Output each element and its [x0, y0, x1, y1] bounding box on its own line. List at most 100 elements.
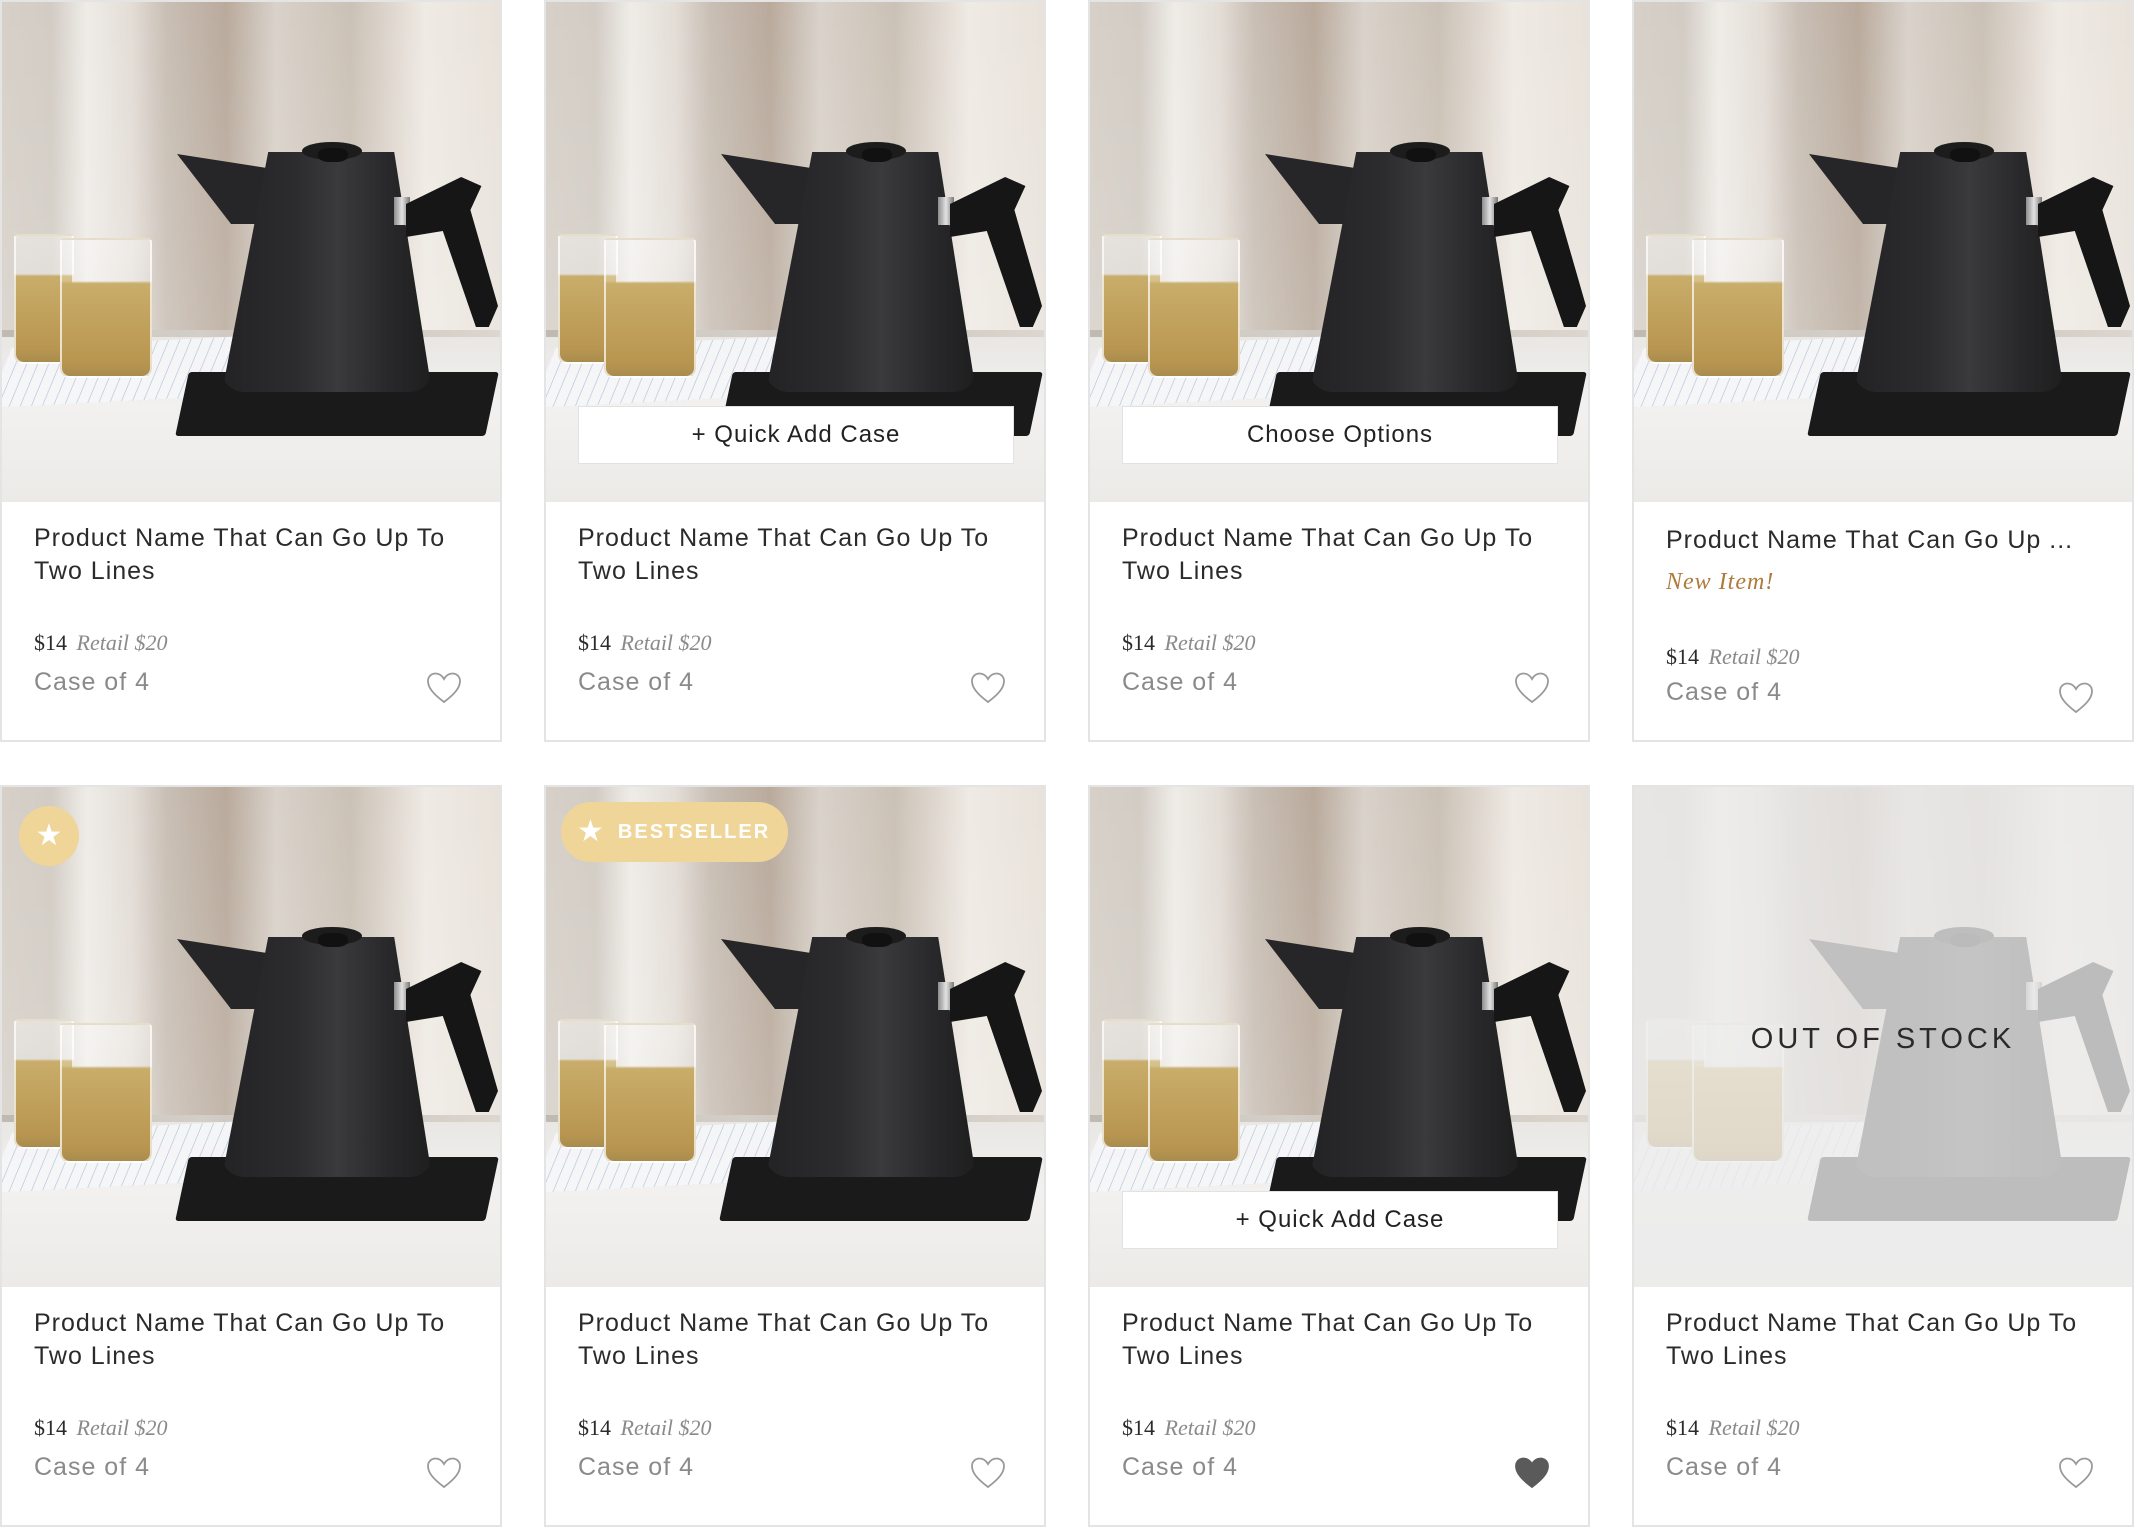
case-size: Case of 4	[1666, 1453, 1783, 1481]
product-image[interactable]	[2, 787, 500, 1287]
product-info: Product Name That Can Go Up ... New Item…	[1666, 524, 2100, 740]
product-info: Product Name That Can Go Up To Two Lines…	[34, 1307, 468, 1525]
quick-add-case-button[interactable]: + Quick Add Case	[578, 406, 1014, 464]
out-of-stock-label: OUT OF STOCK	[1750, 1023, 2016, 1055]
product-price: $14 Retail $20	[34, 1415, 168, 1441]
photo-glass	[60, 238, 152, 378]
product-info: Product Name That Can Go Up To Two Lines…	[34, 522, 468, 740]
photo-glass	[1148, 238, 1240, 378]
photo-wall	[1634, 787, 2132, 1147]
photo-kettle-body	[1854, 937, 2064, 1177]
photo-kettle-base	[1807, 1157, 2131, 1221]
choose-options-button[interactable]: Choose Options	[1122, 406, 1558, 464]
sale-price: $14	[34, 1415, 67, 1440]
retail-price: Retail $20	[1164, 630, 1256, 655]
product-info: Product Name That Can Go Up To Two Lines…	[578, 522, 1012, 740]
product-info: Product Name That Can Go Up To Two Lines…	[1122, 522, 1556, 740]
product-name[interactable]: Product Name That Can Go Up To Two Lines	[34, 522, 468, 588]
product-info: Product Name That Can Go Up To Two Lines…	[1666, 1307, 2100, 1525]
case-size: Case of 4	[1122, 668, 1239, 696]
photo-kettle-knob	[318, 933, 348, 947]
retail-price: Retail $20	[620, 1415, 712, 1440]
photo-kettle-spout	[1809, 939, 1899, 1009]
sale-price: $14	[578, 630, 611, 655]
product-card[interactable]: Choose Options Product Name That Can Go …	[1088, 0, 1590, 742]
new-item-label: New Item!	[1666, 569, 1775, 595]
product-card[interactable]: ★ BESTSELLER Product Name That Can Go Up…	[544, 785, 1046, 1527]
product-image[interactable]	[546, 787, 1044, 1287]
product-price: $14 Retail $20	[578, 630, 712, 656]
product-name[interactable]: Product Name That Can Go Up To Two Lines	[1122, 1307, 1556, 1373]
sale-price: $14	[1666, 1415, 1699, 1440]
retail-price: Retail $20	[620, 630, 712, 655]
case-size: Case of 4	[34, 1453, 151, 1481]
sale-price: $14	[1666, 644, 1699, 669]
retail-price: Retail $20	[76, 1415, 168, 1440]
photo-kettle-knob	[862, 148, 892, 162]
product-card[interactable]: Product Name That Can Go Up ... New Item…	[1632, 0, 2134, 742]
product-name[interactable]: Product Name That Can Go Up ...	[1666, 524, 2100, 557]
product-price: $14 Retail $20	[34, 630, 168, 656]
star-icon: ★	[35, 819, 63, 852]
photo-kettle-knob	[862, 933, 892, 947]
retail-price: Retail $20	[1708, 1415, 1800, 1440]
case-size: Case of 4	[578, 1453, 695, 1481]
product-price: $14 Retail $20	[1666, 644, 1800, 670]
case-size: Case of 4	[578, 668, 695, 696]
heart-icon[interactable]	[1514, 672, 1550, 704]
product-card[interactable]: Product Name That Can Go Up To Two Lines…	[0, 0, 502, 742]
photo-counter	[1634, 1122, 2132, 1287]
product-price: $14 Retail $20	[1122, 1415, 1256, 1441]
product-price: $14 Retail $20	[1666, 1415, 1800, 1441]
photo-kettle-lid	[1934, 927, 1994, 945]
heart-icon[interactable]	[426, 672, 462, 704]
product-image[interactable]	[2, 2, 500, 502]
photo-glass	[60, 1023, 152, 1163]
sale-price: $14	[1122, 630, 1155, 655]
heart-icon[interactable]	[970, 1457, 1006, 1489]
photo-kettle-knob	[1950, 933, 1980, 947]
retail-price: Retail $20	[76, 630, 168, 655]
photo-counter-edge	[1634, 1115, 2132, 1127]
star-icon: ★	[577, 815, 604, 848]
heart-icon[interactable]	[2058, 1457, 2094, 1489]
quick-add-case-button[interactable]: + Quick Add Case	[1122, 1191, 1558, 1249]
sale-price: $14	[1122, 1415, 1155, 1440]
product-name[interactable]: Product Name That Can Go Up To Two Lines	[1122, 522, 1556, 588]
product-card[interactable]: ★ Product Name That Can Go Up To Two Lin…	[0, 785, 502, 1527]
product-name[interactable]: Product Name That Can Go Up To Two Lines	[34, 1307, 468, 1373]
case-size: Case of 4	[1122, 1453, 1239, 1481]
product-image[interactable]	[1634, 2, 2132, 502]
sale-price: $14	[578, 1415, 611, 1440]
photo-glass	[1692, 238, 1784, 378]
photo-kettle-knob	[1406, 933, 1436, 947]
badge-label: BESTSELLER	[617, 820, 771, 843]
case-size: Case of 4	[34, 668, 151, 696]
product-card[interactable]: + Quick Add Case Product Name That Can G…	[1088, 785, 1590, 1527]
product-info: Product Name That Can Go Up To Two Lines…	[578, 1307, 1012, 1525]
product-name[interactable]: Product Name That Can Go Up To Two Lines	[578, 1307, 1012, 1373]
photo-glass	[604, 238, 696, 378]
heart-icon[interactable]	[970, 672, 1006, 704]
case-size: Case of 4	[1666, 678, 1783, 706]
product-name[interactable]: Product Name That Can Go Up To Two Lines	[578, 522, 1012, 588]
product-price: $14 Retail $20	[578, 1415, 712, 1441]
photo-glass	[1148, 1023, 1240, 1163]
photo-towel	[1634, 1121, 1880, 1193]
product-info: Product Name That Can Go Up To Two Lines…	[1122, 1307, 1556, 1525]
heart-icon[interactable]	[426, 1457, 462, 1489]
photo-kettle-knob	[318, 148, 348, 162]
retail-price: Retail $20	[1708, 644, 1800, 669]
product-card[interactable]: OUT OF STOCK Product Name That Can Go Up…	[1632, 785, 2134, 1527]
heart-icon[interactable]	[2058, 682, 2094, 714]
photo-glass	[604, 1023, 696, 1163]
featured-badge: ★	[19, 806, 79, 866]
product-name[interactable]: Product Name That Can Go Up To Two Lines	[1666, 1307, 2100, 1373]
photo-kettle-knob	[1406, 148, 1436, 162]
product-price: $14 Retail $20	[1122, 630, 1256, 656]
heart-icon[interactable]	[1514, 1457, 1550, 1489]
photo-kettle-knob	[1950, 148, 1980, 162]
photo-kettle-collar	[2026, 982, 2042, 1010]
product-card[interactable]: + Quick Add Case Product Name That Can G…	[544, 0, 1046, 742]
retail-price: Retail $20	[1164, 1415, 1256, 1440]
